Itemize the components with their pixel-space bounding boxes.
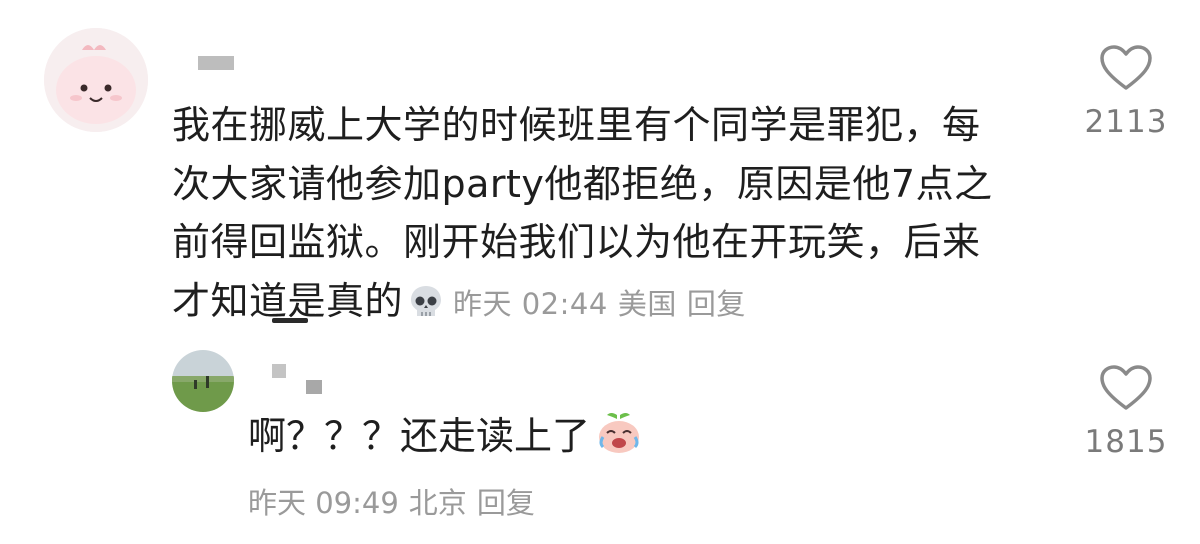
username-reply-blurred[interactable] — [272, 364, 286, 378]
reply-body: 啊？？？还走读上了 — [248, 408, 652, 470]
like-block-main: 2113 — [1066, 44, 1186, 140]
avatar-main-comment[interactable] — [44, 28, 148, 132]
like-count-reply: 1815 — [1084, 424, 1168, 460]
reply-text: 啊？？？还走读上了 — [248, 414, 591, 458]
username-main-blurred[interactable] — [198, 56, 234, 70]
comment-location: 美国 — [617, 286, 677, 321]
avatar-reply[interactable] — [172, 350, 234, 412]
username-reply-blurred-2[interactable] — [306, 380, 322, 394]
comment-body: 我在挪威上大学的时候班里有个同学是罪犯，每次大家请他参加party他都拒绝，原因… — [172, 96, 1002, 336]
reply-time: 昨天 09:49 — [248, 486, 399, 520]
like-count-main: 2113 — [1084, 104, 1168, 140]
like-block-reply: 1815 — [1066, 364, 1186, 460]
heart-icon[interactable] — [1099, 364, 1153, 412]
skull-emoji-icon — [409, 278, 443, 337]
heart-icon[interactable] — [1099, 44, 1153, 92]
comment-meta: 昨天 02:44 美国 回复 — [453, 287, 756, 321]
reply-location: 北京 — [408, 486, 467, 520]
pink-cartoon-avatar-icon — [44, 28, 148, 132]
crying-laughing-peach-emoji-icon — [596, 409, 642, 470]
grassland-photo-avatar-icon — [172, 350, 234, 412]
reply-meta: 昨天 09:49 北京 回复 — [248, 480, 545, 522]
comment-time: 昨天 02:44 — [453, 286, 608, 321]
cropped-text-fragment — [272, 318, 308, 323]
reply-button[interactable]: 回复 — [687, 287, 746, 321]
reply-reply-button[interactable]: 回复 — [477, 486, 535, 520]
